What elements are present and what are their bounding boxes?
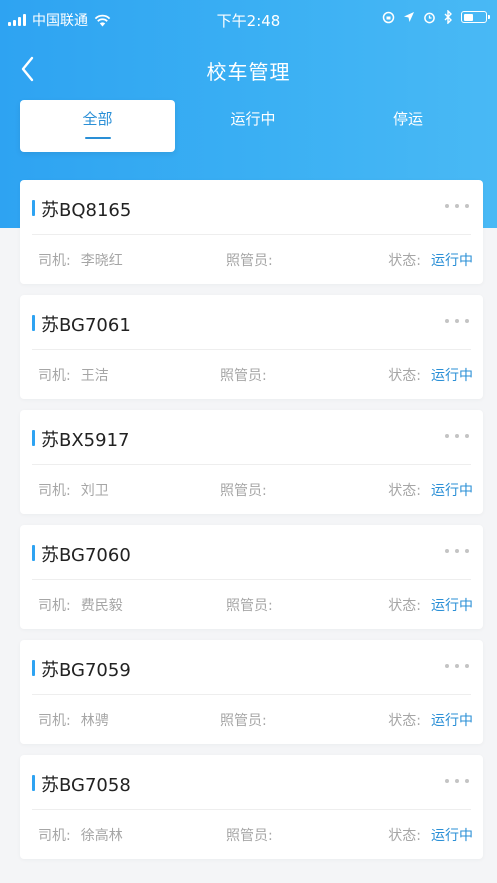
driver-label: 司机:: [38, 483, 71, 499]
attendant-label: 照管员:: [226, 828, 273, 844]
card-divider: [32, 464, 471, 465]
status-info: 状态: 运行中: [388, 710, 473, 730]
status-label: 状态:: [388, 598, 421, 614]
accent-bar: [32, 430, 35, 446]
driver-name: 林骋: [80, 713, 109, 729]
card-divider: [32, 809, 471, 810]
status-value: 运行中: [431, 828, 473, 844]
driver-label: 司机:: [38, 368, 71, 384]
attendant-label: 照管员:: [220, 713, 267, 729]
bluetooth-icon: [444, 10, 452, 24]
status-info: 状态: 运行中: [388, 480, 473, 500]
more-options-icon[interactable]: [445, 434, 469, 438]
driver-name: 刘卫: [80, 483, 109, 499]
driver-label: 司机:: [38, 253, 71, 269]
bus-card[interactable]: 苏BX5917 司机: 刘卫 照管员: 状态: 运行中: [20, 410, 483, 514]
status-label: 状态:: [388, 253, 421, 269]
status-value: 运行中: [431, 483, 473, 499]
driver-label: 司机:: [38, 598, 71, 614]
bus-card[interactable]: 苏BG7060 司机: 费民毅 照管员: 状态: 运行中: [20, 525, 483, 629]
card-divider: [32, 694, 471, 695]
status-info: 状态: 运行中: [388, 825, 473, 845]
driver-info: 司机: 徐高林: [38, 825, 123, 845]
driver-label: 司机:: [38, 713, 71, 729]
attendant-label: 照管员:: [226, 598, 273, 614]
status-info: 状态: 运行中: [388, 365, 473, 385]
status-label: 状态:: [388, 713, 421, 729]
accent-bar: [32, 200, 35, 216]
attendant-label: 照管员:: [220, 483, 267, 499]
attendant-label: 照管员:: [226, 253, 273, 269]
card-divider: [32, 579, 471, 580]
card-divider: [32, 349, 471, 350]
more-options-icon[interactable]: [445, 779, 469, 783]
plate-number: 苏BQ8165: [41, 200, 132, 221]
status-label: 状态:: [388, 483, 421, 499]
more-options-icon[interactable]: [445, 549, 469, 553]
bus-card[interactable]: 苏BG7059 司机: 林骋 照管员: 状态: 运行中: [20, 640, 483, 744]
plate-number: 苏BG7058: [41, 775, 131, 796]
page-title: 校车管理: [206, 60, 291, 84]
status-info: 状态: 运行中: [388, 250, 473, 270]
bus-card[interactable]: 苏BG7061 司机: 王洁 照管员: 状态: 运行中: [20, 295, 483, 399]
accent-bar: [32, 545, 35, 561]
driver-info: 司机: 费民毅: [38, 595, 123, 615]
status-value: 运行中: [431, 713, 473, 729]
bus-card[interactable]: 苏BG7058 司机: 徐高林 照管员: 状态: 运行中: [20, 755, 483, 859]
attendant-label: 照管员:: [220, 368, 267, 384]
rotation-lock-icon: [382, 11, 395, 23]
accent-bar: [32, 315, 35, 331]
filter-tabs: 全部 运行中 停运: [20, 100, 478, 152]
more-options-icon[interactable]: [445, 319, 469, 323]
accent-bar: [32, 660, 35, 676]
plate-number: 苏BG7059: [41, 660, 131, 681]
driver-info: 司机: 王洁: [38, 365, 109, 385]
tab-all[interactable]: 全部: [20, 100, 175, 152]
driver-name: 李晓红: [80, 253, 123, 269]
driver-info: 司机: 林骋: [38, 710, 109, 730]
plate-number: 苏BX5917: [41, 430, 130, 451]
more-options-icon[interactable]: [445, 204, 469, 208]
more-options-icon[interactable]: [445, 664, 469, 668]
plate-number: 苏BG7061: [41, 315, 131, 336]
driver-info: 司机: 李晓红: [38, 250, 123, 270]
alarm-icon: [424, 12, 435, 23]
driver-name: 徐高林: [80, 828, 123, 844]
tab-running[interactable]: 运行中: [203, 100, 303, 152]
status-label: 状态:: [388, 828, 421, 844]
bus-card[interactable]: 苏BQ8165 司机: 李晓红 照管员: 状态: 运行中: [20, 180, 483, 284]
status-bar: 中国联通 下午2:48: [0, 0, 497, 40]
navigation-bar: 校车管理: [0, 44, 497, 94]
card-divider: [32, 234, 471, 235]
location-icon: [404, 12, 414, 22]
accent-bar: [32, 775, 35, 791]
status-value: 运行中: [431, 598, 473, 614]
active-tab-indicator: [84, 137, 111, 139]
tab-label: 停运: [392, 110, 423, 128]
tab-label: 运行中: [230, 110, 276, 128]
battery-icon: [461, 11, 490, 23]
plate-number: 苏BG7060: [41, 545, 131, 566]
status-value: 运行中: [431, 253, 473, 269]
driver-label: 司机:: [38, 828, 71, 844]
tab-label: 全部: [82, 110, 113, 128]
driver-name: 王洁: [80, 368, 109, 384]
bus-list: 苏BQ8165 司机: 李晓红 照管员: 状态: 运行中 苏BG7061 司机: 王洁…: [20, 180, 483, 870]
status-value: 运行中: [431, 368, 473, 384]
driver-info: 司机: 刘卫: [38, 480, 109, 500]
driver-name: 费民毅: [80, 598, 123, 614]
status-label: 状态:: [388, 368, 421, 384]
tab-stopped[interactable]: 停运: [358, 100, 458, 152]
status-info: 状态: 运行中: [388, 595, 473, 615]
